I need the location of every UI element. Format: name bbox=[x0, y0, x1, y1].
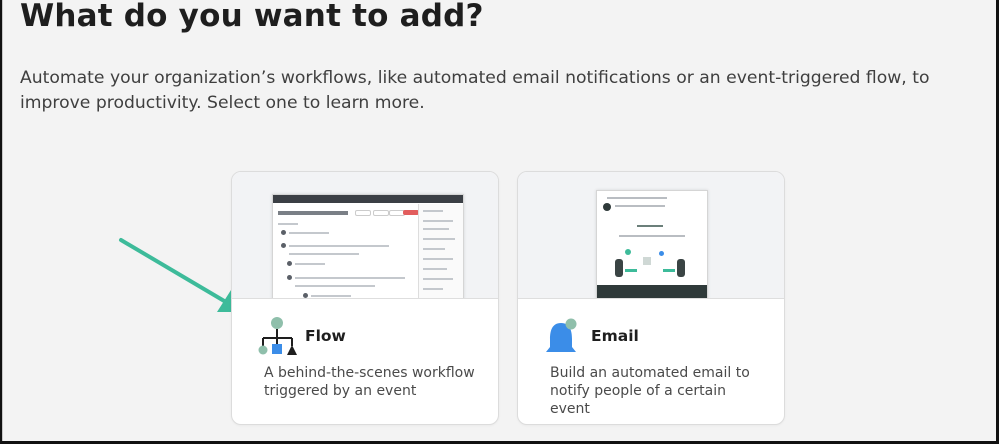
email-card-title: Email bbox=[591, 327, 639, 345]
email-preview-image bbox=[518, 172, 784, 299]
dialog-frame: What do you want to add? Automate your o… bbox=[2, 0, 996, 441]
email-card-description: Build an automated email to notify peopl… bbox=[550, 365, 750, 417]
page-description: Automate your organization’s workflows, … bbox=[20, 68, 930, 113]
bell-icon bbox=[546, 318, 577, 352]
email-option-card[interactable]: Email Build an automated email to notify… bbox=[517, 171, 785, 425]
page-title: What do you want to add? bbox=[20, 0, 484, 34]
flow-preview-image bbox=[232, 172, 498, 299]
flow-option-card[interactable]: Flow A behind-the-scenes workflow trigge… bbox=[231, 171, 499, 425]
flow-diagram-icon bbox=[258, 317, 297, 355]
flow-card-title: Flow bbox=[305, 327, 346, 345]
flow-card-description: A behind-the-scenes workflow triggered b… bbox=[264, 365, 475, 399]
